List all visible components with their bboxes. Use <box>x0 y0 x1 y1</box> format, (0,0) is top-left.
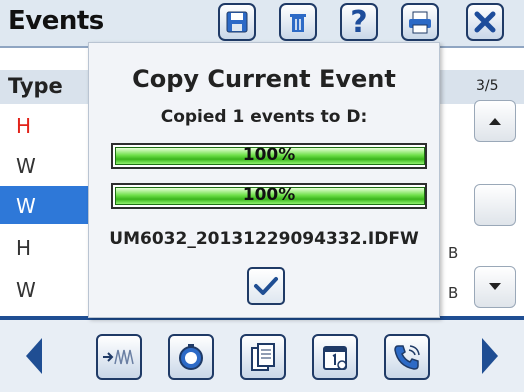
next-arrow-icon[interactable] <box>480 336 502 376</box>
table-row[interactable]: W <box>0 146 90 184</box>
table-row[interactable]: W <box>0 270 90 308</box>
bottom-nav-bar <box>0 316 524 392</box>
table-row[interactable]: H <box>0 228 90 266</box>
event-type: W <box>16 154 36 178</box>
event-type: W <box>16 278 36 302</box>
trash-icon <box>290 14 306 32</box>
dialog-title: Copy Current Event <box>132 65 396 93</box>
documents-icon <box>251 343 275 371</box>
table-row[interactable]: H <box>0 106 90 144</box>
event-type: H <box>16 114 32 138</box>
page-indicator: 3/5 <box>476 78 499 94</box>
copy-event-dialog: Copy Current Event Copied 1 events to D:… <box>88 42 440 318</box>
save-icon <box>226 11 248 33</box>
progress-label-1: 100% <box>242 145 296 165</box>
phone-button[interactable] <box>384 334 430 380</box>
checkmark-icon <box>254 277 278 295</box>
row-cell-fragment: B <box>448 244 459 262</box>
close-icon <box>474 11 496 33</box>
meter-button[interactable] <box>168 334 214 380</box>
scroll-down-button[interactable] <box>474 266 516 308</box>
documents-button[interactable] <box>240 334 286 380</box>
row-cell-fragment: B <box>448 284 459 302</box>
delete-button[interactable] <box>279 3 317 41</box>
help-icon: ? <box>350 4 368 40</box>
waveform-button[interactable] <box>96 334 142 380</box>
chevron-up-icon <box>489 118 501 125</box>
print-button[interactable] <box>401 3 439 41</box>
header-bar: Events ? <box>0 0 524 48</box>
progress-label-2: 100% <box>242 185 296 205</box>
scroll-up-button[interactable] <box>474 100 516 142</box>
help-button[interactable]: ? <box>340 3 378 41</box>
progress-bar-1: 100% <box>111 143 427 169</box>
meter-icon <box>179 344 203 370</box>
close-button[interactable] <box>466 3 504 41</box>
dialog-status-text: Copied 1 events to D: <box>160 107 368 127</box>
phone-icon <box>394 345 420 370</box>
progress-bar-2: 100% <box>111 183 427 209</box>
copied-filename: UM6032_20131229094332.IDFW <box>109 229 419 249</box>
calendar-button[interactable] <box>312 334 358 380</box>
save-button[interactable] <box>218 3 256 41</box>
ok-button[interactable] <box>247 267 285 305</box>
printer-icon <box>409 11 431 34</box>
table-row-selected[interactable]: W <box>0 186 90 224</box>
scroll-track-button[interactable] <box>474 184 516 226</box>
column-header-type: Type <box>8 74 63 98</box>
waveform-icon <box>103 349 134 365</box>
calendar-icon <box>323 346 347 370</box>
event-type: W <box>16 194 36 218</box>
chevron-down-icon <box>489 283 501 290</box>
prev-arrow-icon[interactable] <box>22 336 44 376</box>
event-type: H <box>16 236 32 260</box>
page-title: Events <box>8 6 104 36</box>
